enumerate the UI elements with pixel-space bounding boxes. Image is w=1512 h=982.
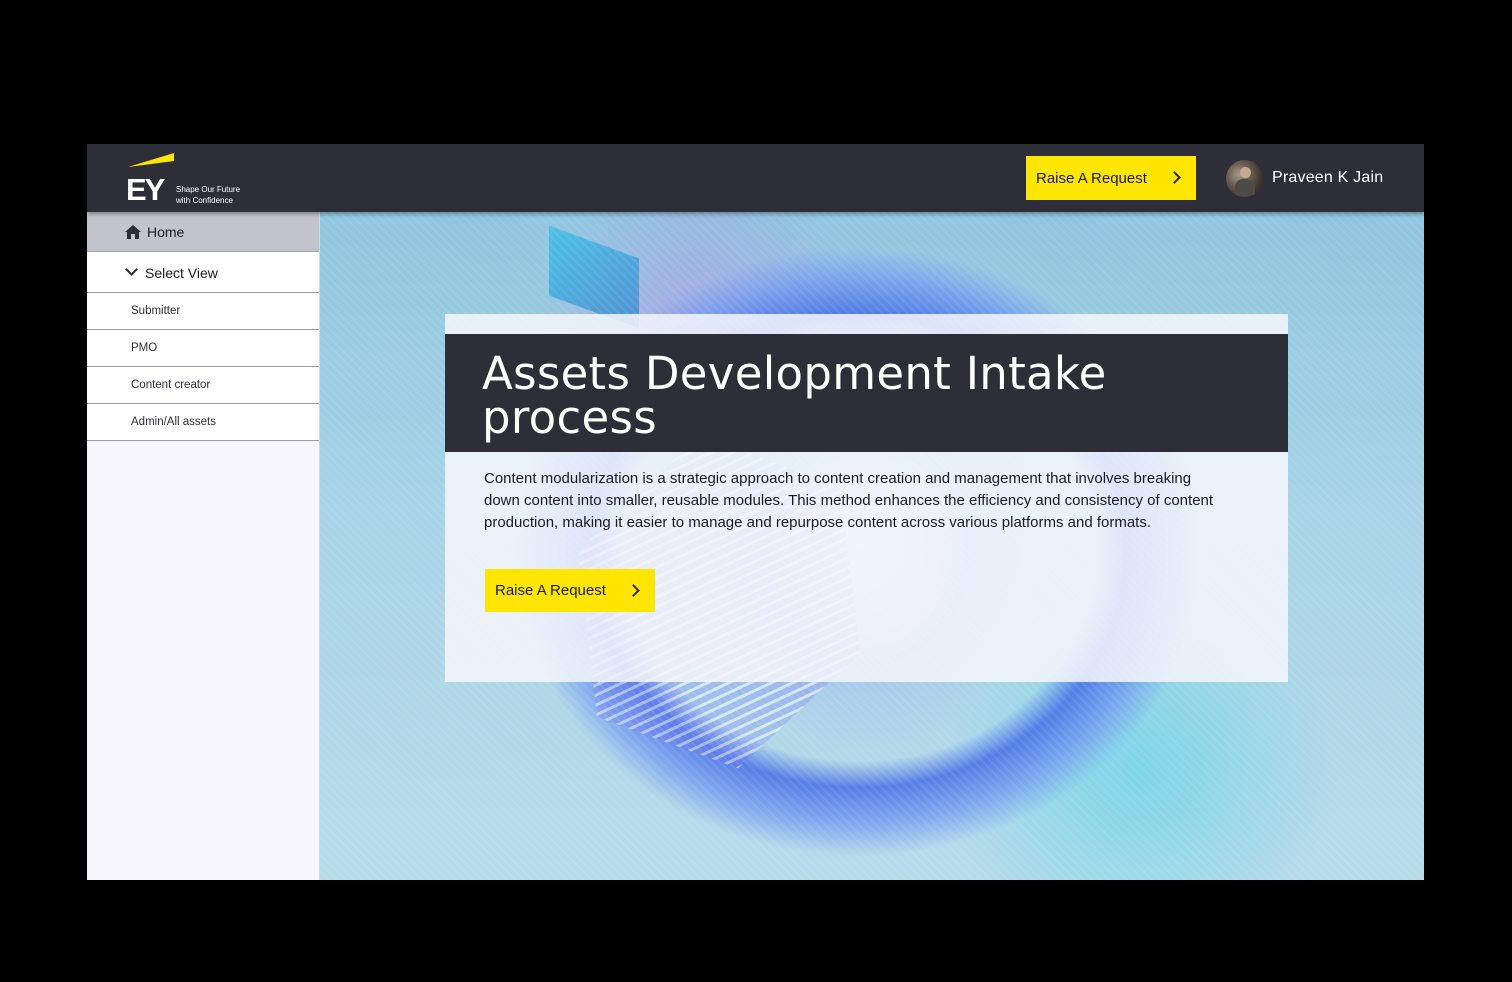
chevron-right-icon [627, 584, 640, 597]
sidebar-item-content-creator[interactable]: Content creator [87, 367, 319, 404]
ey-logo[interactable]: EY Shape Our Future with Confidence [125, 153, 245, 205]
header-raise-request-label: Raise A Request [1036, 169, 1147, 187]
avatar-head [1240, 166, 1251, 178]
user-name: Praveen K Jain [1272, 169, 1384, 186]
sidebar-item-pmo[interactable]: PMO [87, 330, 319, 367]
sidebar-item-label: Submitter [131, 305, 181, 317]
hero-description: Content modularization is a strategic ap… [484, 470, 1214, 531]
app-window: EY Shape Our Future with Confidence Rais… [87, 144, 1424, 880]
top-header: EY Shape Our Future with Confidence Rais… [87, 144, 1424, 212]
hero-banner: Assets Development Intake process Conten… [319, 212, 1424, 880]
sidebar-item-admin-all-assets[interactable]: Admin/All assets [87, 404, 319, 441]
user-menu[interactable]: Praveen K Jain [1226, 159, 1383, 197]
logo-tagline: Shape Our Future with Confidence [176, 184, 256, 206]
logo-tagline-line-1: Shape Our Future [176, 185, 241, 194]
sidebar-select-view[interactable]: Select View [87, 252, 319, 293]
home-icon [125, 225, 141, 239]
avatar[interactable] [1226, 159, 1263, 197]
hero-raise-request-button[interactable]: Raise A Request [485, 569, 655, 612]
sidebar-item-home[interactable]: Home [87, 212, 319, 252]
hero-raise-request-label: Raise A Request [495, 582, 606, 599]
chevron-right-icon [1168, 171, 1181, 184]
sidebar: Home Select View Submitter PMO Content c… [87, 212, 320, 880]
sidebar-item-label: Content creator [131, 379, 211, 391]
avatar-torso [1235, 178, 1255, 197]
chevron-down-icon [125, 263, 138, 276]
header-raise-request-button[interactable]: Raise A Request [1026, 156, 1196, 200]
logo-wordmark: EY [126, 172, 165, 207]
sidebar-select-view-label: Select View [145, 265, 218, 281]
page-title: Assets Development Intake process [482, 347, 1107, 444]
sidebar-item-submitter[interactable]: Submitter [87, 293, 319, 330]
sidebar-item-label: PMO [131, 342, 158, 354]
sidebar-item-home-label: Home [147, 224, 185, 240]
hero-card: Assets Development Intake process Conten… [445, 314, 1288, 682]
logo-tagline-line-2: with Confidence [176, 196, 233, 205]
hero-title-band: Assets Development Intake process [445, 334, 1288, 452]
sidebar-item-label: Admin/All assets [131, 416, 217, 428]
